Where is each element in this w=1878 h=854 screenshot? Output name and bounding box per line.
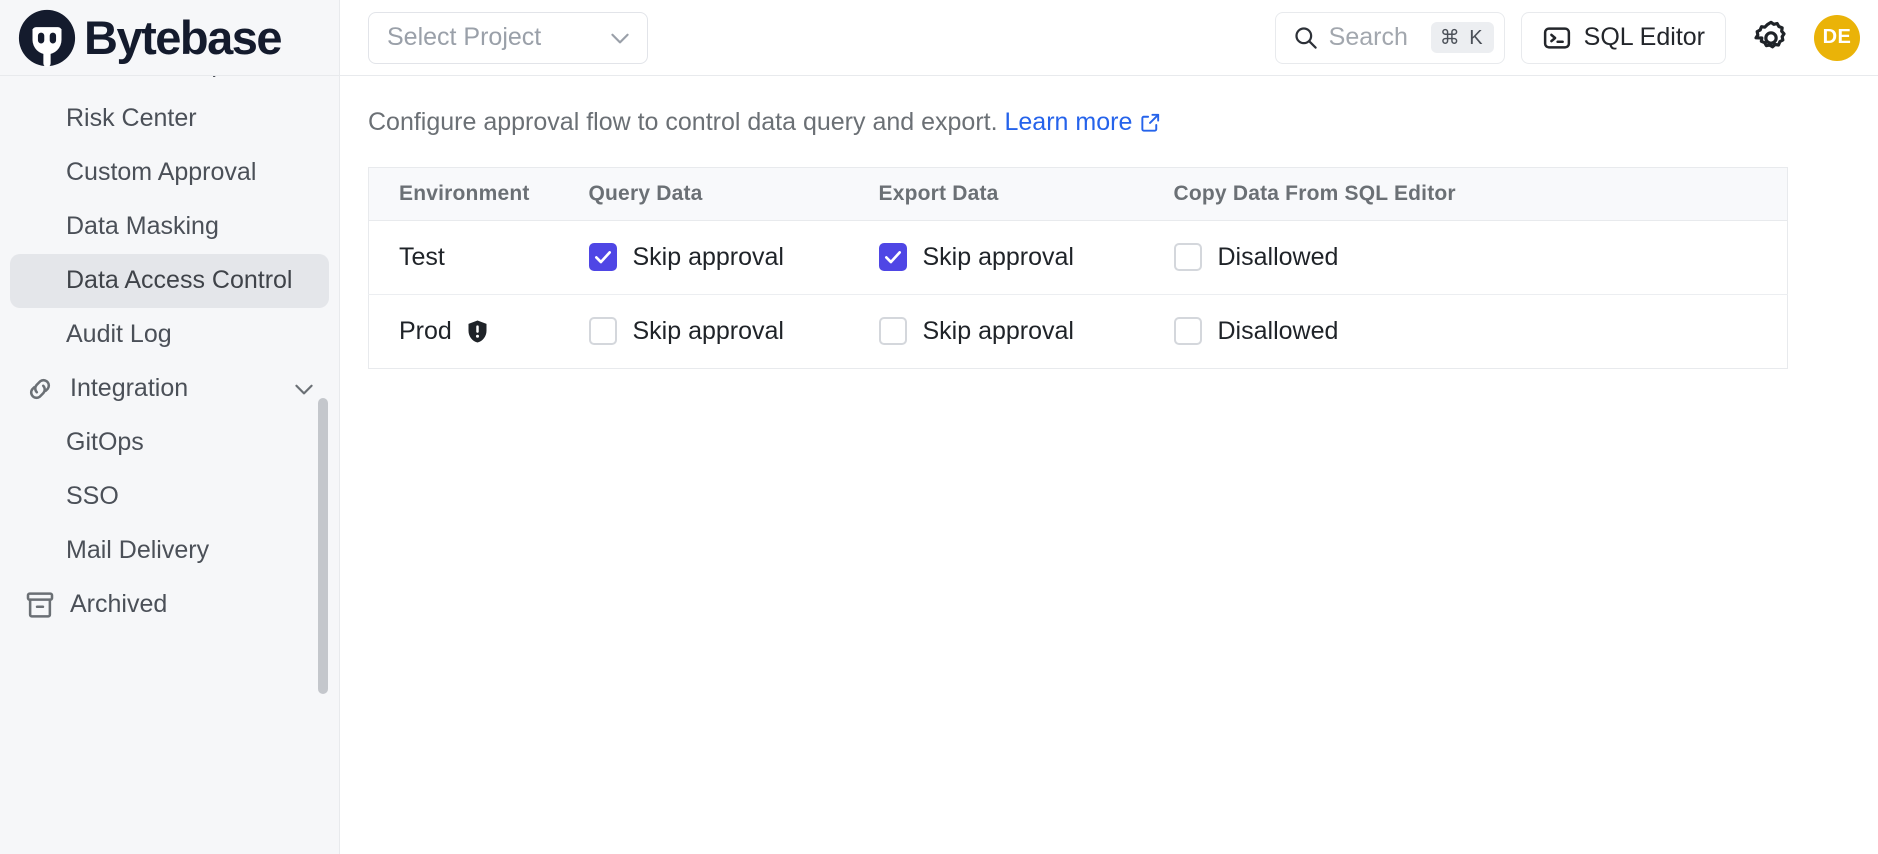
sidebar-scrollbar[interactable] — [318, 398, 328, 694]
sidebar-item-label: Integration — [70, 374, 189, 403]
copy-data-checkbox[interactable]: Disallowed — [1173, 242, 1778, 272]
settings-button[interactable] — [1748, 15, 1794, 61]
project-select[interactable]: Select Project — [368, 11, 648, 64]
environment-name: Test — [399, 242, 445, 271]
cell-copy-data: Disallowed — [1173, 220, 1788, 295]
sidebar-item-label: Data Access Control — [66, 266, 293, 295]
sidebar-item-mail-delivery[interactable]: Mail Delivery — [10, 524, 329, 578]
sidebar-item-custom-approval[interactable]: Custom Approval — [10, 146, 329, 200]
checkbox-checked[interactable] — [588, 243, 617, 271]
checkbox-unchecked[interactable] — [588, 317, 617, 345]
check-icon — [884, 251, 901, 264]
sidebar-item-data-access-control[interactable]: Data Access Control — [10, 254, 329, 308]
column-header-export-data: Export Data — [878, 167, 1174, 221]
cell-query-data: Skip approval — [588, 294, 879, 368]
checkbox-label: Skip approval — [922, 242, 1074, 271]
page-description-text: Configure approval flow to control data … — [368, 108, 998, 136]
terminal-icon — [1543, 26, 1570, 49]
gear-icon — [1754, 20, 1786, 48]
checkbox-label: Skip approval — [632, 316, 784, 345]
brand-wordmark: Bytebase — [84, 11, 283, 64]
column-header-copy-data: Copy Data From SQL Editor — [1173, 167, 1788, 221]
copy-data-checkbox[interactable]: Disallowed — [1173, 316, 1778, 346]
sidebar-item-schema-template[interactable]: Schema Template — [10, 76, 329, 92]
search-icon — [1295, 27, 1317, 49]
top-bar: Bytebase Select Project Search ⌘ K SQL E… — [0, 0, 1878, 76]
access-control-table: Environment Query Data Export Data Copy … — [368, 166, 1788, 369]
cell-export-data: Skip approval — [878, 294, 1174, 368]
project-select-placeholder: Select Project — [387, 23, 542, 51]
sidebar-item-label: Data Masking — [66, 212, 219, 241]
sidebar: Schema Template Risk Center Custom Appro… — [0, 76, 340, 854]
archive-icon — [26, 592, 54, 618]
sidebar-item-label: GitOps — [66, 428, 144, 457]
chevron-down-icon[interactable] — [291, 376, 317, 402]
external-link-icon — [1141, 113, 1160, 132]
sidebar-item-risk-center[interactable]: Risk Center — [10, 92, 329, 146]
page-description: Configure approval flow to control data … — [368, 106, 1850, 139]
environment-name-wrap: Prod — [399, 317, 579, 346]
main-content: Configure approval flow to control data … — [340, 76, 1878, 854]
brand-logo[interactable]: Bytebase — [0, 0, 340, 75]
sidebar-item-gitops[interactable]: GitOps — [10, 416, 329, 470]
column-header-query-data: Query Data — [588, 167, 879, 221]
checkbox-unchecked[interactable] — [878, 317, 907, 345]
cell-environment: Test — [368, 220, 589, 295]
sidebar-item-sso[interactable]: SSO — [10, 470, 329, 524]
learn-more-label: Learn more — [1004, 108, 1133, 136]
sidebar-item-data-masking[interactable]: Data Masking — [10, 200, 329, 254]
sidebar-item-label: Audit Log — [66, 320, 172, 349]
top-bar-controls: Select Project Search ⌘ K SQL Editor DE — [340, 0, 1878, 75]
sidebar-item-label: Schema Template — [66, 76, 317, 80]
sidebar-item-label: Mail Delivery — [66, 536, 210, 565]
sidebar-item-label: Custom Approval — [66, 158, 257, 187]
checkbox-label: Skip approval — [632, 242, 784, 271]
body: Schema Template Risk Center Custom Appro… — [0, 76, 1878, 854]
sidebar-item-label: Risk Center — [66, 104, 197, 133]
table-header: Environment Query Data Export Data Copy … — [368, 167, 1788, 221]
query-data-checkbox[interactable]: Skip approval — [588, 316, 869, 346]
search-placeholder: Search — [1328, 23, 1408, 51]
export-data-checkbox[interactable]: Skip approval — [878, 316, 1164, 346]
shield-exclamation-icon — [468, 319, 487, 343]
search-shortcut-badge: ⌘ K — [1430, 22, 1494, 53]
environment-name: Prod — [399, 316, 452, 345]
cell-copy-data: Disallowed — [1173, 294, 1788, 368]
app-root: Bytebase Select Project Search ⌘ K SQL E… — [0, 0, 1878, 854]
checkbox-label: Disallowed — [1217, 242, 1339, 271]
sidebar-item-audit-log[interactable]: Audit Log — [10, 308, 329, 362]
link-icon — [29, 378, 51, 400]
sidebar-nav-list: Schema Template Risk Center Custom Appro… — [0, 76, 339, 632]
check-icon — [594, 251, 611, 264]
search-input[interactable]: Search ⌘ K — [1274, 11, 1505, 64]
chevron-down-icon — [611, 33, 629, 43]
cell-export-data: Skip approval — [878, 220, 1174, 295]
column-header-environment: Environment — [368, 167, 589, 221]
sql-editor-button[interactable]: SQL Editor — [1520, 11, 1726, 64]
table-row: Test Skip approval Skip approval Disallo… — [368, 220, 1788, 295]
checkbox-checked[interactable] — [878, 243, 907, 271]
checkbox-label: Disallowed — [1217, 316, 1339, 345]
checkbox-unchecked[interactable] — [1173, 243, 1202, 271]
sql-editor-label: SQL Editor — [1583, 23, 1705, 51]
table-header-row: Environment Query Data Export Data Copy … — [368, 167, 1788, 221]
query-data-checkbox[interactable]: Skip approval — [588, 242, 869, 272]
export-data-checkbox[interactable]: Skip approval — [878, 242, 1164, 272]
cell-query-data: Skip approval — [588, 220, 879, 295]
avatar[interactable]: DE — [1814, 14, 1860, 61]
avatar-initials: DE — [1822, 26, 1852, 48]
checkbox-unchecked[interactable] — [1173, 317, 1202, 345]
learn-more-link[interactable]: Learn more — [1005, 106, 1163, 139]
sidebar-item-integration[interactable]: Integration — [10, 362, 329, 416]
table-row: Prod Skip approval Skip approval Disallo… — [369, 294, 1788, 368]
sidebar-item-archived[interactable]: Archived — [10, 578, 329, 632]
sidebar-item-label: SSO — [66, 482, 119, 511]
cell-environment: Prod — [369, 294, 589, 368]
sidebar-item-label: Archived — [70, 590, 168, 619]
environment-name-wrap: Test — [399, 243, 579, 272]
checkbox-label: Skip approval — [922, 316, 1074, 345]
table-body: Test Skip approval Skip approval Disallo… — [368, 220, 1788, 368]
bytebase-logo-icon — [18, 9, 76, 67]
